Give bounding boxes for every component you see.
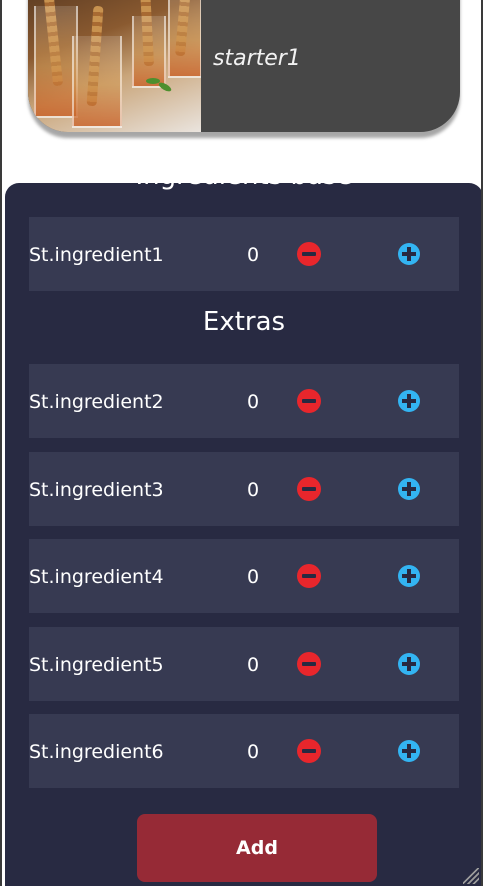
- ingredients-panel: Ingredients base St.ingredient1 0 Extras…: [5, 183, 481, 886]
- minus-circle-icon[interactable]: [297, 739, 321, 763]
- garnish: [157, 80, 173, 94]
- plus-circle-icon[interactable]: [398, 243, 420, 265]
- ingredient-quantity: 0: [247, 654, 260, 676]
- glass: [72, 36, 122, 128]
- add-button[interactable]: Add: [137, 814, 377, 882]
- resize-grip-icon[interactable]: [463, 868, 479, 884]
- plus-circle-icon[interactable]: [398, 478, 420, 500]
- minus-circle-icon[interactable]: [297, 564, 321, 588]
- glass: [168, 0, 201, 78]
- plus-circle-icon[interactable]: [398, 390, 420, 412]
- dish-title: starter1: [213, 46, 301, 71]
- ingredient-name: St.ingredient1: [29, 244, 164, 266]
- dish-image: [28, 0, 201, 132]
- ingredient-quantity: 0: [247, 741, 260, 763]
- ingredient-name: St.ingredient5: [29, 654, 164, 676]
- ingredient-quantity: 0: [247, 479, 260, 501]
- section-title-base: Ingredients base: [5, 183, 481, 191]
- ingredient-quantity: 0: [247, 566, 260, 588]
- ingredient-row: St.ingredient1 0: [29, 217, 459, 291]
- ingredient-name: St.ingredient3: [29, 479, 164, 501]
- ingredient-row: St.ingredient5 0: [29, 627, 459, 701]
- ingredient-name: St.ingredient4: [29, 566, 164, 588]
- plus-circle-icon[interactable]: [398, 565, 420, 587]
- ingredient-quantity: 0: [247, 391, 260, 413]
- minus-circle-icon[interactable]: [297, 389, 321, 413]
- plus-circle-icon[interactable]: [398, 740, 420, 762]
- ingredient-row: St.ingredient4 0: [29, 539, 459, 613]
- section-title-extras: Extras: [202, 307, 286, 337]
- app-window: starter1 Ingredients base St.ingredient1…: [0, 0, 483, 886]
- ingredient-row: St.ingredient6 0: [29, 714, 459, 788]
- ingredient-quantity: 0: [247, 244, 260, 266]
- ingredient-row: St.ingredient3 0: [29, 452, 459, 526]
- minus-circle-icon[interactable]: [297, 242, 321, 266]
- dish-header-card: starter1: [28, 0, 460, 132]
- minus-circle-icon[interactable]: [297, 652, 321, 676]
- minus-circle-icon[interactable]: [297, 477, 321, 501]
- plus-circle-icon[interactable]: [398, 653, 420, 675]
- ingredient-row: St.ingredient2 0: [29, 364, 459, 438]
- glass: [132, 16, 166, 88]
- ingredient-name: St.ingredient2: [29, 391, 164, 413]
- ingredient-name: St.ingredient6: [29, 741, 164, 763]
